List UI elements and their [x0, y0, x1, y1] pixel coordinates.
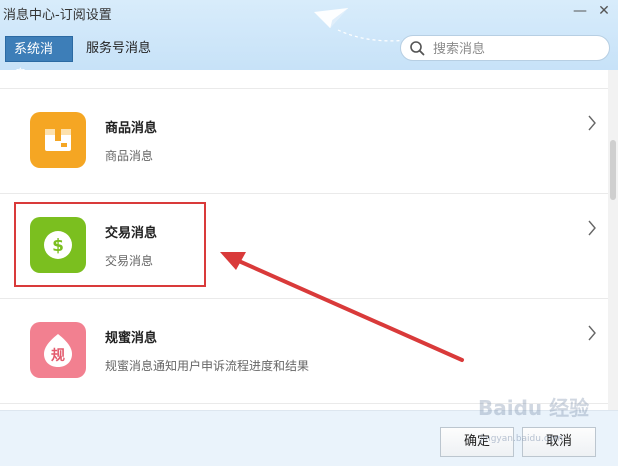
- chevron-right-icon[interactable]: [587, 115, 597, 131]
- chevron-right-icon[interactable]: [587, 220, 597, 236]
- search-icon: [410, 41, 425, 56]
- list-item-product-messages[interactable]: 商品消息 商品消息: [0, 89, 608, 193]
- list-item-rule-messages[interactable]: 规 规蜜消息 规蜜消息通知用户申诉流程进度和结果: [0, 299, 608, 403]
- rule-icon: 规: [30, 322, 86, 378]
- search-box[interactable]: [400, 35, 610, 61]
- window-header: 消息中心-订阅设置 — ✕ 系统消息 服务号消息: [0, 0, 618, 83]
- item-title: 规蜜消息: [105, 331, 158, 346]
- tab-service-messages[interactable]: 服务号消息: [78, 36, 159, 62]
- vertical-scrollbar[interactable]: [608, 70, 618, 410]
- package-icon: [30, 112, 86, 168]
- watermark-brand: Baidu 经验: [478, 396, 590, 420]
- scrollbar-thumb[interactable]: [610, 140, 616, 200]
- item-description: 商品消息: [105, 149, 154, 163]
- chevron-right-icon[interactable]: [587, 325, 597, 341]
- item-description: 规蜜消息通知用户申诉流程进度和结果: [105, 359, 310, 373]
- tab-system-messages[interactable]: 系统消息: [5, 36, 73, 83]
- search-input[interactable]: [431, 38, 605, 60]
- watermark-url: jingyan.baidu.com: [480, 434, 564, 444]
- item-title: 商品消息: [105, 121, 158, 136]
- rule-glyph: 规: [51, 348, 65, 364]
- close-button[interactable]: ✕: [596, 4, 612, 18]
- window-title: 消息中心-订阅设置: [3, 8, 112, 23]
- minimize-button[interactable]: —: [572, 4, 588, 18]
- annotation-highlight-box: [14, 202, 206, 287]
